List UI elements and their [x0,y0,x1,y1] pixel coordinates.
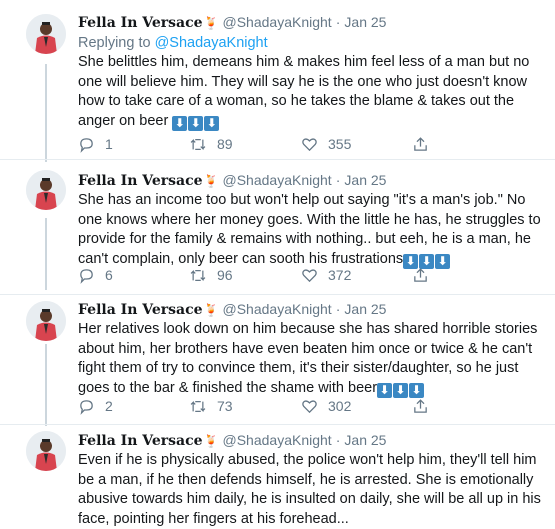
tweet-actions: 6 96 372 [78,265,498,285]
tweet-date[interactable]: Jan 25 [344,172,386,188]
tweet-date[interactable]: Jan 25 [344,301,386,317]
like-count: 302 [328,398,352,414]
like-count: 355 [328,136,352,152]
reply-count: 1 [105,136,113,152]
display-name[interactable]: Fella In Versace [78,173,203,189]
tweet-date[interactable]: Jan 25 [344,14,386,30]
tweet-text: Even if he is physically abused, the pol… [78,451,545,529]
share-button[interactable] [412,134,439,154]
tweet-text: She belittles him, demeans him & makes h… [78,53,545,133]
display-name[interactable]: Fella In Versace [78,433,203,449]
tweet-actions: 1 89 355 [78,134,498,154]
like-button[interactable]: 302 [301,396,351,416]
down-arrow-icon: ⬇ [204,115,220,131]
replying-to-link[interactable]: @ShadayaKnight [155,35,268,51]
user-handle[interactable]: @ShadayaKnight [223,301,332,317]
display-name[interactable]: Fella In Versace [78,302,203,318]
tweet-header: Fella In Versace🍹 @ShadayaKnight · Jan 2… [78,12,545,33]
retweet-icon [190,269,206,281]
retweet-count: 73 [217,398,233,414]
heart-icon [302,399,317,413]
tweet-date[interactable]: Jan 25 [344,432,386,448]
user-handle[interactable]: @ShadayaKnight [223,432,332,448]
reply-icon [80,399,93,415]
replying-to-label: Replying to [78,35,151,51]
avatar[interactable] [26,301,66,341]
tweet-body: She belittles him, demeans him & makes h… [78,54,530,129]
share-icon [414,136,427,151]
like-button[interactable]: 372 [301,265,351,285]
tweet[interactable]: Fella In Versace🍹 @ShadayaKnight · Jan 2… [0,425,555,527]
retweet-count: 96 [217,267,233,283]
tweet-body: Even if he is physically abused, the pol… [78,452,541,527]
retweet-button[interactable]: 89 [189,134,233,154]
heart-icon [302,137,317,151]
retweet-button[interactable]: 96 [189,265,233,285]
retweet-icon [190,138,206,150]
tweet[interactable]: Fella In Versace🍹 @ShadayaKnight · Jan 2… [0,0,555,160]
avatar[interactable] [26,431,66,471]
tweet-body: Her relatives look down on him because s… [78,321,538,396]
like-button[interactable]: 355 [301,134,351,154]
retweet-count: 89 [217,136,233,152]
user-handle[interactable]: @ShadayaKnight [223,14,332,30]
tweet-actions: 2 73 302 [78,396,498,416]
tweet[interactable]: Fella In Versace🍹 @ShadayaKnight · Jan 2… [0,295,555,425]
display-name[interactable]: Fella In Versace [78,15,203,31]
reply-count: 2 [105,398,113,414]
reply-icon [80,137,93,153]
replying-to: Replying to @ShadayaKnight [78,33,545,53]
like-count: 372 [328,267,352,283]
reply-button[interactable]: 6 [78,265,113,285]
tweet[interactable]: Fella In Versace🍹 @ShadayaKnight · Jan 2… [0,160,555,295]
share-icon [414,398,427,413]
retweet-icon [190,400,206,412]
separator-dot: · [335,172,341,188]
share-button[interactable] [412,265,439,285]
avatar[interactable] [26,14,66,54]
reply-count: 6 [105,267,113,283]
down-arrow-emojis: ⬇ ⬇ ⬇ [172,114,220,134]
user-handle[interactable]: @ShadayaKnight [223,172,332,188]
down-arrow-icon: ⬇ [188,115,204,131]
down-arrow-icon: ⬇ [172,115,188,131]
reply-icon [80,268,93,284]
avatar[interactable] [26,170,66,210]
tweet-body: She has an income too but won't help out… [78,192,541,267]
heart-icon [302,268,317,282]
cocktail-emoji-icon: 🍹 [203,434,219,448]
separator-dot: · [335,301,341,317]
share-icon [414,267,427,282]
separator-dot: · [335,432,341,448]
tweet-header: Fella In Versace🍹 @ShadayaKnight · Jan 2… [78,430,545,451]
tweet-text: Her relatives look down on him because s… [78,320,545,400]
retweet-button[interactable]: 73 [189,396,233,416]
tweet-text: She has an income too but won't help out… [78,191,545,271]
share-button[interactable] [412,396,439,416]
reply-button[interactable]: 2 [78,396,113,416]
reply-button[interactable]: 1 [78,134,113,154]
tweet-header: Fella In Versace🍹 @ShadayaKnight · Jan 2… [78,170,545,191]
tweet-header: Fella In Versace🍹 @ShadayaKnight · Jan 2… [78,299,545,320]
cocktail-emoji-icon: 🍹 [203,303,219,317]
separator-dot: · [335,14,341,30]
cocktail-emoji-icon: 🍹 [203,16,219,30]
cocktail-emoji-icon: 🍹 [203,174,219,188]
